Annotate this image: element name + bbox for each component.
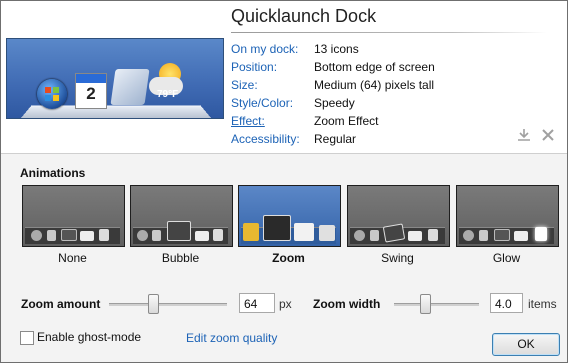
dock-preview: 2 79°F bbox=[6, 38, 224, 119]
title-divider bbox=[231, 32, 547, 33]
info-value: Bottom edge of screen bbox=[314, 60, 435, 74]
windows-start-icon bbox=[37, 79, 67, 109]
zoom-width-unit: items bbox=[528, 297, 557, 311]
zoom-amount-input[interactable]: 64 bbox=[239, 293, 275, 313]
info-label: On my dock: bbox=[231, 42, 299, 56]
calendar-icon: 2 bbox=[75, 73, 107, 109]
animation-label-none: None bbox=[58, 251, 87, 265]
calendar-day: 2 bbox=[86, 84, 96, 103]
zoom-amount-slider-handle[interactable] bbox=[147, 294, 159, 314]
animation-option-glow[interactable] bbox=[456, 185, 559, 247]
section-divider bbox=[1, 153, 567, 154]
animation-label-bubble: Bubble bbox=[161, 251, 200, 265]
zoom-amount-slider[interactable] bbox=[109, 303, 227, 306]
ok-button[interactable]: OK bbox=[492, 333, 560, 356]
zoom-amount-label: Zoom amount bbox=[21, 297, 101, 311]
zoom-width-input[interactable]: 4.0 bbox=[490, 293, 523, 313]
animation-label-swing: Swing bbox=[381, 251, 414, 265]
edit-zoom-quality-link[interactable]: Edit zoom quality bbox=[186, 331, 277, 345]
info-value: Zoom Effect bbox=[314, 114, 379, 128]
ghost-mode-checkbox[interactable] bbox=[20, 331, 34, 345]
animation-option-none[interactable] bbox=[22, 185, 125, 247]
zoom-width-label: Zoom width bbox=[313, 297, 381, 311]
animation-option-zoom[interactable] bbox=[238, 185, 341, 247]
animation-label-zoom: Zoom bbox=[272, 251, 305, 265]
info-label: Position: bbox=[231, 60, 278, 74]
info-label: Accessibility: bbox=[231, 132, 300, 146]
animations-heading: Animations bbox=[20, 166, 86, 180]
page-title: Quicklaunch Dock bbox=[231, 6, 377, 26]
zoom-width-slider-handle[interactable] bbox=[419, 294, 431, 314]
info-label: Style/Color: bbox=[231, 96, 294, 110]
effect-link[interactable]: Effect: bbox=[231, 112, 265, 130]
zoom-width-slider[interactable] bbox=[394, 303, 479, 306]
info-label: Size: bbox=[231, 78, 258, 92]
close-icon[interactable] bbox=[539, 127, 557, 145]
info-value: Regular bbox=[314, 132, 357, 146]
weather-icon: 79°F bbox=[149, 61, 189, 105]
animation-option-bubble[interactable] bbox=[130, 185, 233, 247]
ghost-mode-label[interactable]: Enable ghost-mode bbox=[37, 330, 141, 344]
info-value: Speedy bbox=[314, 96, 355, 110]
info-value: 13 icons bbox=[314, 42, 359, 56]
download-icon[interactable] bbox=[515, 127, 533, 145]
animation-option-swing[interactable] bbox=[347, 185, 450, 247]
info-value: Medium (64) pixels tall bbox=[314, 78, 435, 92]
documents-stack-icon bbox=[110, 69, 150, 105]
weather-temperature: 79°F bbox=[157, 89, 179, 100]
zoom-amount-unit: px bbox=[279, 297, 292, 311]
animation-label-glow: Glow bbox=[492, 251, 521, 265]
